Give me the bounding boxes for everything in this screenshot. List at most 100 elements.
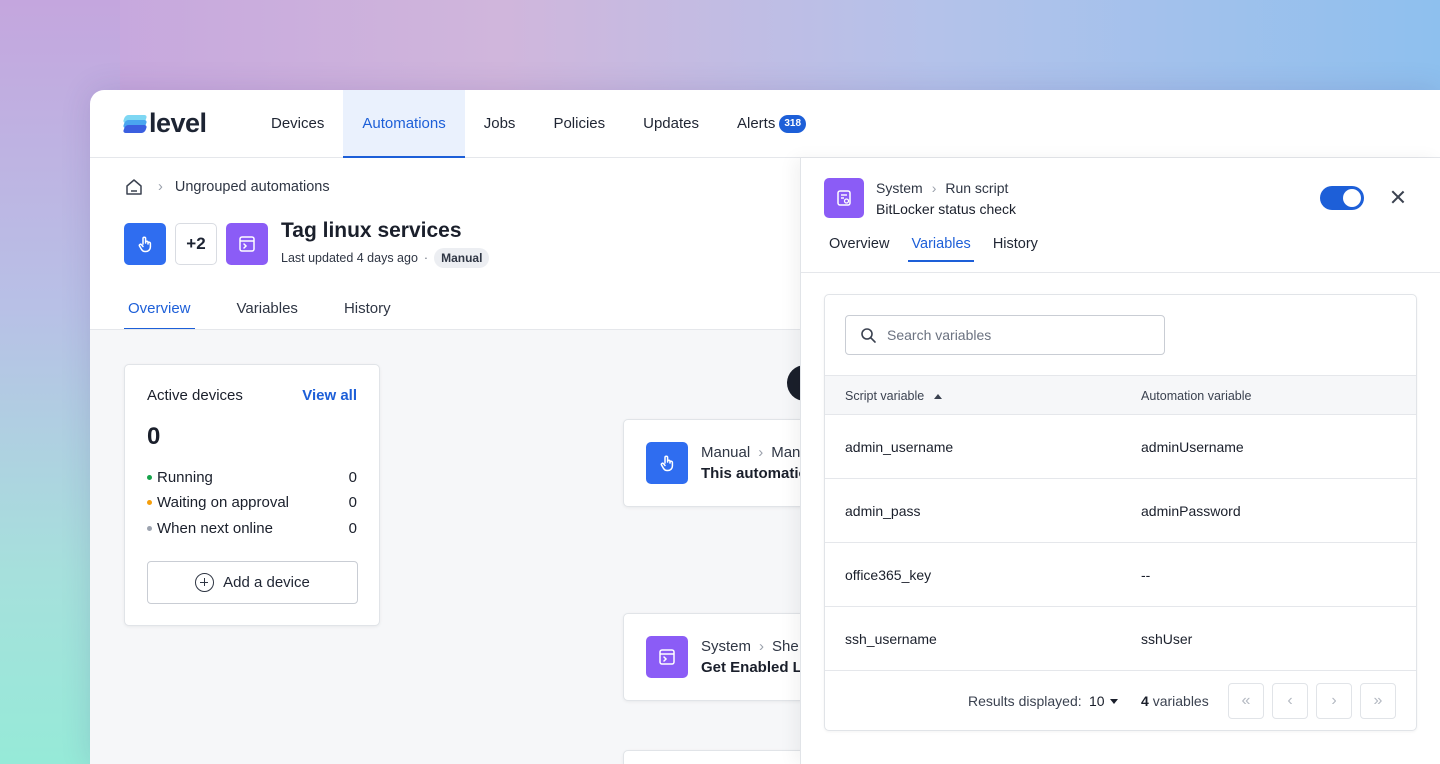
search-icon (861, 327, 876, 343)
caret-down-icon (1109, 698, 1118, 704)
table-footer: Results displayed: 10 4 variables « ‹ › … (825, 671, 1416, 730)
view-all-link[interactable]: View all (302, 387, 357, 404)
variable-count-number: 4 (1141, 693, 1149, 709)
automation-variable-cell: sshUser (1141, 631, 1193, 647)
page-size-select[interactable]: 10 (1089, 693, 1118, 709)
panel-breadcrumb: System › Run script (876, 180, 1008, 196)
panel-tab-variables[interactable]: Variables (908, 234, 975, 262)
active-devices-card: Active devices View all 0 Running 0 Wait… (124, 364, 380, 626)
add-device-button[interactable]: Add a device (147, 561, 358, 604)
tab-overview[interactable]: Overview (124, 290, 195, 330)
flow-node-title: Get Enabled Li (701, 659, 807, 676)
flow-node-script[interactable]: System › She Get Enabled Li (623, 613, 823, 701)
nav-updates[interactable]: Updates (624, 90, 718, 157)
previous-page-icon[interactable]: ‹ (1272, 683, 1308, 719)
script-variable-cell: ssh_username (845, 631, 937, 647)
script-variable-cell: admin_username (845, 439, 954, 455)
flow-node-crumb: System › She (701, 638, 799, 655)
flow-node-partial[interactable] (623, 750, 823, 764)
active-devices-count: 0 (147, 423, 161, 450)
table-row[interactable]: admin_username adminUsername (825, 415, 1416, 479)
action-enabled-toggle[interactable] (1320, 186, 1364, 210)
variable-count-suffix: variables (1152, 693, 1209, 709)
more-triggers-count[interactable]: +2 (175, 222, 217, 265)
automation-variable-cell: adminPassword (1141, 503, 1241, 519)
panel-tabs: Overview Variables History (828, 234, 1059, 262)
variable-count: 4 variables (1141, 693, 1209, 709)
stat-next-online: When next online 0 (147, 520, 357, 537)
active-devices-header: Active devices View all (147, 387, 357, 404)
home-icon[interactable] (124, 177, 144, 197)
logo[interactable]: level (122, 90, 252, 157)
automation-detail: › Ungrouped automations +2 Tag linux ser… (90, 158, 823, 764)
automation-title-block: Tag linux services Last updated 4 days a… (281, 219, 490, 268)
alerts-count-badge: 318 (779, 114, 807, 133)
running-status-dot (147, 475, 152, 480)
close-icon[interactable] (1389, 188, 1407, 206)
table-row[interactable]: admin_pass adminPassword (825, 479, 1416, 543)
panel-crumb-action: Run script (945, 180, 1009, 196)
nav-automations[interactable]: Automations (343, 90, 466, 158)
column-automation-variable[interactable]: Automation variable (1141, 389, 1251, 403)
logo-stack-icon (122, 114, 148, 133)
flow-node-trigger[interactable]: Manual › Man This automatio (623, 419, 823, 507)
logo-text: level (149, 108, 207, 138)
chevron-right-icon: › (158, 179, 163, 195)
chevron-right-icon: › (931, 180, 937, 196)
meta-separator: · (423, 251, 429, 265)
stat-value: 0 (348, 520, 357, 537)
tab-variables[interactable]: Variables (233, 290, 302, 330)
next-page-icon[interactable]: › (1316, 683, 1352, 719)
stat-waiting: Waiting on approval 0 (147, 494, 357, 511)
table-row[interactable]: ssh_username sshUser (825, 607, 1416, 671)
script-action-tile (646, 636, 688, 678)
manual-trigger-tile[interactable] (124, 222, 166, 265)
search-field (845, 315, 1165, 355)
panel-tabs-divider (801, 272, 1440, 273)
automation-tabs: Overview Variables History (124, 290, 433, 330)
stat-value: 0 (348, 494, 357, 511)
terminal-window-icon (659, 649, 675, 665)
action-side-panel: System › Run script BitLocker status che… (800, 158, 1440, 764)
automation-variable-cell: -- (1141, 567, 1151, 583)
toggle-knob (1343, 189, 1361, 207)
automation-canvas: Active devices View all 0 Running 0 Wait… (90, 330, 823, 764)
script-action-tile[interactable] (226, 222, 268, 265)
nav-jobs[interactable]: Jobs (465, 90, 535, 157)
script-action-tile (824, 178, 864, 218)
breadcrumb: › Ungrouped automations (124, 177, 330, 197)
offline-status-dot (147, 526, 152, 531)
panel-tab-overview[interactable]: Overview (828, 234, 890, 262)
nav-alerts[interactable]: Alerts 318 (718, 90, 825, 157)
stat-label: When next online (157, 520, 273, 537)
breadcrumb-current[interactable]: Ungrouped automations (175, 179, 330, 195)
flow-node-crumb: Manual › Man (701, 444, 801, 461)
panel-crumb-category: System (876, 180, 923, 196)
nav-policies[interactable]: Policies (534, 90, 624, 157)
column-label: Script variable (845, 389, 925, 403)
table-row[interactable]: office365_key -- (825, 543, 1416, 607)
plus-circle-icon (195, 573, 215, 592)
last-page-icon[interactable]: » (1360, 683, 1396, 719)
nav-devices[interactable]: Devices (252, 90, 343, 157)
stat-label: Waiting on approval (157, 494, 290, 511)
manual-trigger-tile (646, 442, 688, 484)
trigger-type-pill: Manual (434, 248, 490, 268)
stat-value: 0 (348, 469, 357, 486)
results-displayed-label: Results displayed: (968, 693, 1082, 709)
script-variable-cell: office365_key (845, 567, 932, 583)
script-document-icon (837, 190, 851, 206)
column-script-variable[interactable]: Script variable (845, 389, 943, 403)
search-input[interactable] (887, 327, 1147, 343)
automation-meta: Last updated 4 days ago · Manual (281, 248, 490, 268)
first-page-icon[interactable]: « (1228, 683, 1264, 719)
panel-tab-history[interactable]: History (992, 234, 1039, 262)
tab-history[interactable]: History (340, 290, 395, 330)
stat-label: Running (157, 469, 213, 486)
page-title: Tag linux services (281, 219, 462, 242)
top-navigation: level Devices Automations Jobs Policies … (90, 90, 1440, 158)
automation-header: +2 Tag linux services Last updated 4 day… (124, 219, 490, 268)
hand-pointer-icon (138, 236, 152, 252)
waiting-status-dot (147, 500, 152, 505)
stat-running: Running 0 (147, 469, 357, 486)
